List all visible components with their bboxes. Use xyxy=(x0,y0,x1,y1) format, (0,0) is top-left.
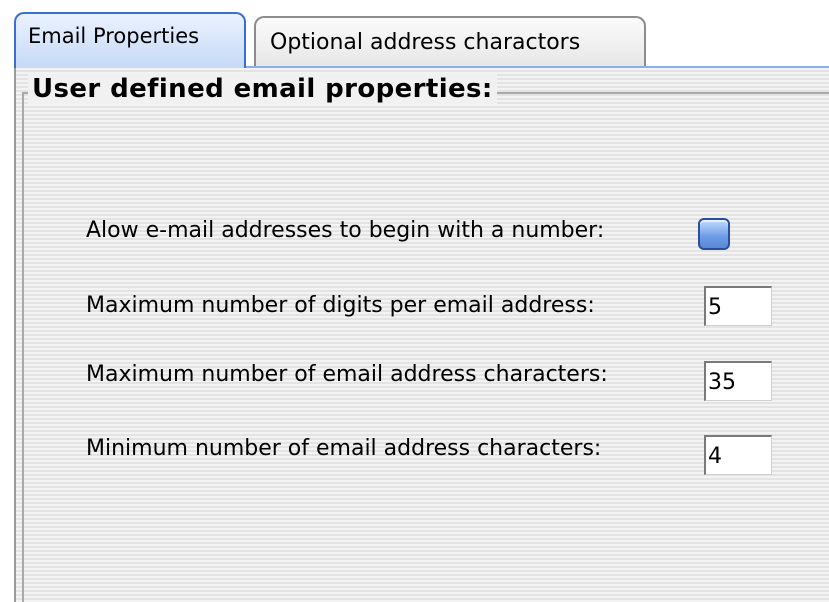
email-properties-dialog: Email Properties Optional address charac… xyxy=(0,0,829,602)
max-chars-input[interactable] xyxy=(704,361,772,401)
tab-strip: Email Properties Optional address charac… xyxy=(14,12,829,68)
min-chars-input[interactable] xyxy=(704,435,772,475)
min-chars-label: Minimum number of email address characte… xyxy=(86,436,602,461)
begin-with-number-label: Alow e-mail addresses to begin with a nu… xyxy=(86,218,605,243)
groupbox-border-left xyxy=(22,92,24,602)
tab-email-properties-label: Email Properties xyxy=(28,24,200,48)
begin-with-number-checkbox[interactable] xyxy=(698,218,730,250)
max-digits-input[interactable] xyxy=(704,286,772,326)
max-digits-label: Maximum number of digits per email addre… xyxy=(86,293,595,318)
tab-optional-address-characters-label: Optional address charactors xyxy=(270,30,581,55)
tab-panel: User defined email properties: Alow e-ma… xyxy=(14,66,829,602)
groupbox-title: User defined email properties: xyxy=(28,74,497,104)
tab-email-properties[interactable]: Email Properties xyxy=(14,12,246,68)
tab-optional-address-characters[interactable]: Optional address charactors xyxy=(254,16,646,68)
max-chars-label: Maximum number of email address characte… xyxy=(86,362,608,387)
